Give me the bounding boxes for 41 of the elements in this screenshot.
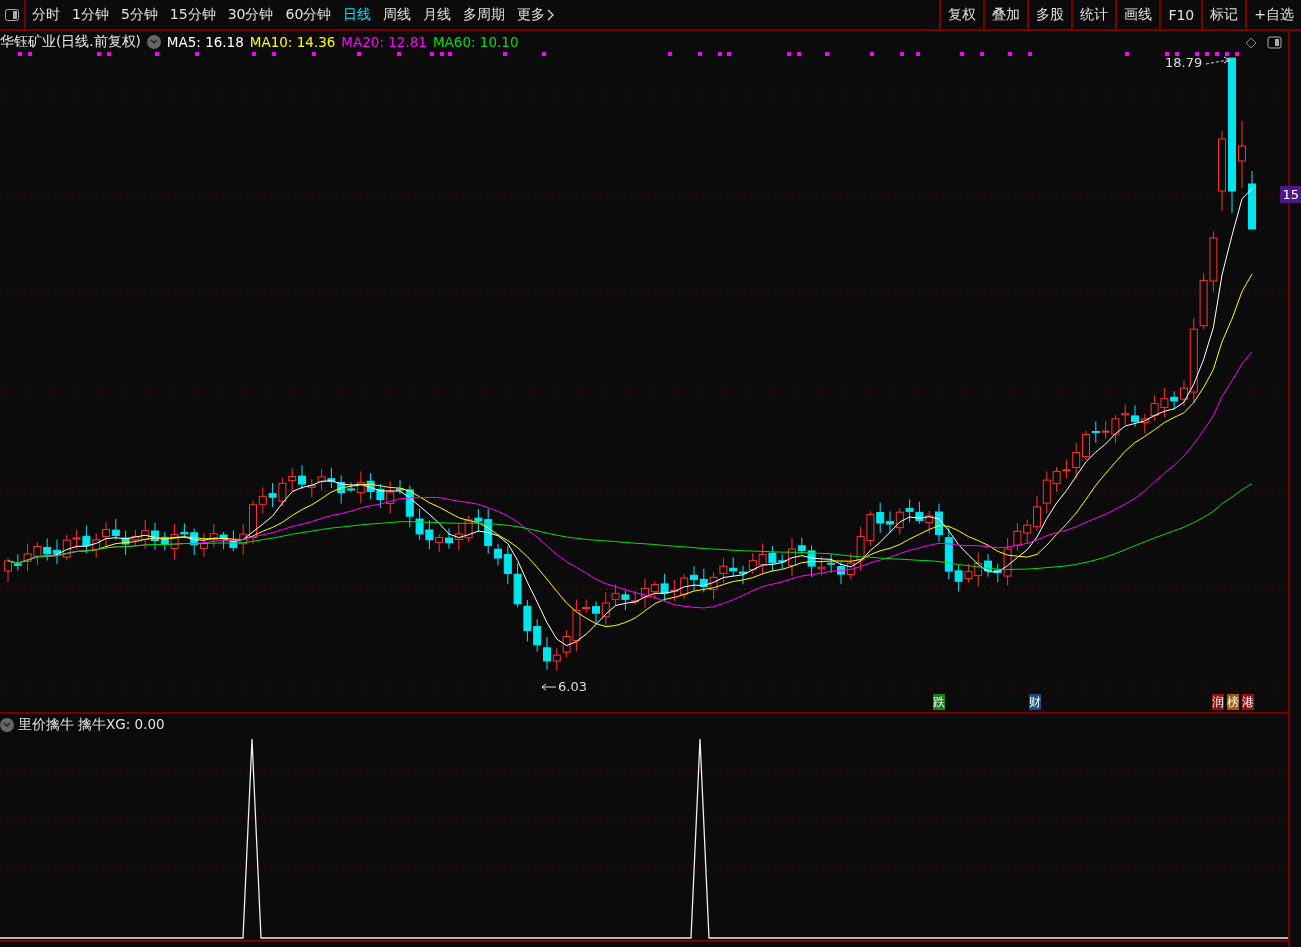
low-price-label: 6.03	[558, 679, 587, 694]
indicator-value: 擒牛XG: 0.00	[78, 716, 165, 734]
period-tab[interactable]: 1分钟	[66, 5, 115, 24]
event-badge[interactable]: 港	[1242, 694, 1254, 710]
indicator-name: 里价擒牛	[18, 716, 74, 734]
ma-value: MA5: 16.18	[166, 34, 244, 50]
more-menu[interactable]: 更多	[511, 5, 562, 24]
dropdown-icon[interactable]	[146, 35, 161, 49]
ma-value: MA20: 12.81	[341, 34, 427, 50]
tool-button[interactable]: +自选	[1245, 0, 1301, 29]
period-tab[interactable]: 月线	[417, 5, 458, 24]
tool-button[interactable]: 统计	[1071, 0, 1116, 29]
diamond-icon	[1245, 37, 1257, 49]
tool-button[interactable]: 画线	[1115, 0, 1160, 29]
panel-icon[interactable]	[1267, 36, 1282, 49]
tool-button[interactable]: 多股	[1027, 0, 1072, 29]
event-badge[interactable]: 榜	[1227, 694, 1239, 710]
chevron-icon	[547, 8, 556, 21]
ma-value: MA10: 14.36	[249, 34, 336, 50]
period-tab[interactable]: 5分钟	[114, 5, 164, 24]
high-price-label: 18.79	[1165, 55, 1203, 70]
high-arrow	[1205, 56, 1231, 65]
tool-button[interactable]: 复权	[939, 0, 984, 29]
period-tab[interactable]: 15分钟	[163, 5, 222, 24]
event-badge[interactable]: 跌	[933, 694, 945, 710]
event-badge[interactable]: 润	[1212, 694, 1224, 710]
ma-value: MA60: 10.10	[432, 34, 519, 50]
chart-title: 华钰矿业(日线.前复权)	[0, 33, 141, 51]
tool-button[interactable]: 标记	[1201, 0, 1246, 29]
tool-button[interactable]: 叠加	[983, 0, 1028, 29]
period-tab[interactable]: 周线	[377, 5, 418, 24]
tool-button[interactable]: F10	[1159, 0, 1202, 29]
dropdown-icon[interactable]	[0, 718, 14, 732]
period-tab[interactable]: 多周期	[457, 5, 512, 24]
period-tab[interactable]: 分时	[26, 5, 66, 24]
period-tab[interactable]: 日线	[337, 5, 378, 24]
low-arrow	[541, 683, 557, 691]
price-tag: 15	[1280, 186, 1301, 203]
period-tab[interactable]: 30分钟	[221, 5, 280, 24]
period-tab[interactable]: 60分钟	[279, 5, 338, 24]
event-badge[interactable]: 财	[1029, 694, 1041, 710]
